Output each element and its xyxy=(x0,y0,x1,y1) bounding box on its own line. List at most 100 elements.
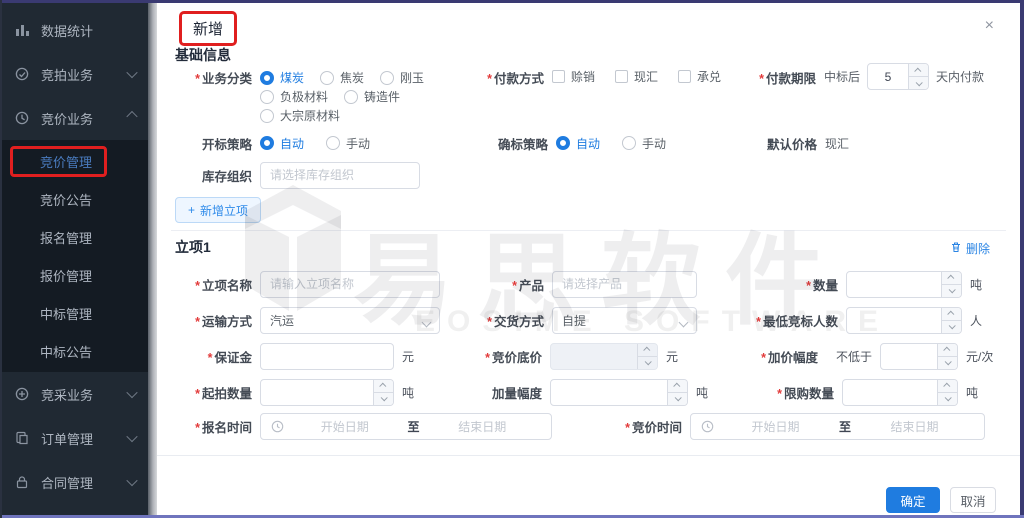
quantity-stepper[interactable] xyxy=(846,271,962,298)
payment-term-suffix: 天内付款 xyxy=(936,68,984,85)
sidebar-item-label: 竞采业务 xyxy=(41,385,93,404)
stepper-up-icon[interactable] xyxy=(374,380,393,393)
footer-divider xyxy=(157,455,1020,456)
sidebar-item-bidding-business[interactable]: 竞价业务 xyxy=(0,96,148,140)
stepper-down-icon[interactable] xyxy=(374,393,393,405)
checkbox-acceptance[interactable]: 承兑 xyxy=(678,68,721,85)
radio-anode-material[interactable]: 负极材料 xyxy=(260,88,328,105)
close-icon[interactable]: × xyxy=(985,18,994,34)
radio-bulk-raw-material[interactable]: 大宗原材料 xyxy=(260,107,340,124)
sidebar-item-label: 数据统计 xyxy=(41,21,93,40)
window-border-left xyxy=(0,0,2,518)
increment-unit: 元/次 xyxy=(966,348,993,365)
signup-time-range-picker[interactable]: 开始日期 至 结束日期 xyxy=(260,413,552,440)
project-name-input[interactable] xyxy=(260,271,440,298)
delivery-select[interactable]: 自提 xyxy=(552,307,697,334)
add-project-button[interactable]: + 新增立项 xyxy=(175,197,261,223)
radio-selected-icon xyxy=(556,136,570,150)
sidebar-gutter xyxy=(148,3,157,515)
min-bidders-stepper[interactable] xyxy=(846,307,962,334)
date-separator: 至 xyxy=(835,418,855,435)
checkbox-icon xyxy=(615,70,628,83)
stepper-down-icon[interactable] xyxy=(668,393,687,405)
stepper-up-icon[interactable] xyxy=(938,344,957,357)
app-window: 数据统计 竞拍业务 竞价业务 竞价管理 竞价公告 报名管理 报价管理 中标管理 … xyxy=(0,0,1024,518)
stepper-up-icon[interactable] xyxy=(909,64,928,77)
sidebar-item-label: 竞价业务 xyxy=(41,109,93,128)
transport-select[interactable]: 汽运 xyxy=(260,307,440,334)
floor-price-label: 竞价底价 xyxy=(414,347,550,366)
payment-term-days-stepper[interactable]: 5 xyxy=(867,63,929,90)
transport-value: 汽运 xyxy=(270,312,294,329)
bidding-time-range-picker[interactable]: 开始日期 至 结束日期 xyxy=(690,413,985,440)
increment-stepper[interactable] xyxy=(880,343,958,370)
sidebar-item-data-statistics[interactable]: 数据统计 xyxy=(0,8,148,52)
payment-method-label: 付款方式 xyxy=(478,68,552,87)
signup-time-label: 报名时间 xyxy=(175,417,260,436)
stepper-down-icon[interactable] xyxy=(942,321,961,333)
radio-icon xyxy=(326,136,340,150)
limit-quantity-stepper[interactable] xyxy=(842,379,958,406)
floor-price-unit: 元 xyxy=(666,348,678,365)
stepper-up-icon[interactable] xyxy=(938,380,957,393)
sidebar-item-contract-management[interactable]: 合同管理 xyxy=(0,460,148,504)
form-row-project-d: 起拍数量 吨 加量幅度 吨 限购数量 吨 xyxy=(175,377,1004,407)
deposit-input[interactable] xyxy=(260,343,394,370)
checkbox-icon xyxy=(552,70,565,83)
business-category-label: 业务分类 xyxy=(175,68,260,87)
chevron-down-icon xyxy=(679,317,689,327)
checkbox-cash[interactable]: 现汇 xyxy=(615,68,658,85)
sidebar-item-registration-management[interactable]: 报名管理 xyxy=(0,218,148,256)
start-quantity-stepper[interactable] xyxy=(260,379,394,406)
radio-coal[interactable]: 煤炭 xyxy=(260,69,304,86)
deposit-unit: 元 xyxy=(402,348,414,365)
sidebar-item-award-management[interactable]: 中标管理 xyxy=(0,294,148,332)
radio-icon xyxy=(622,136,636,150)
auction-icon xyxy=(14,66,30,82)
radio-icon xyxy=(260,90,274,104)
sidebar-item-bidding-management[interactable]: 竞价管理 xyxy=(0,142,148,180)
checkbox-credit-sale[interactable]: 赊销 xyxy=(552,68,595,85)
section-title-basic-info: 基础信息 xyxy=(175,45,231,65)
delete-project-link[interactable]: 删除 xyxy=(950,240,990,257)
project-name-label: 立项名称 xyxy=(175,275,260,294)
radio-confirm-manual[interactable]: 手动 xyxy=(622,135,666,152)
radio-open-manual[interactable]: 手动 xyxy=(326,135,370,152)
floor-price-stepper-disabled xyxy=(550,343,658,370)
stepper-down-icon[interactable] xyxy=(909,77,928,89)
stepper-up-icon[interactable] xyxy=(942,272,961,285)
end-date-placeholder: 结束日期 xyxy=(855,418,974,435)
start-quantity-label: 起拍数量 xyxy=(175,383,260,402)
radio-icon xyxy=(320,71,334,85)
form-row-2: 开标策略 自动 手动 确标策略 自动 手动 默认价格 现汇 xyxy=(175,131,1004,155)
radio-selected-icon xyxy=(260,71,274,85)
delivery-value: 自提 xyxy=(562,312,586,329)
start-quantity-unit: 吨 xyxy=(402,384,414,401)
sidebar-item-order-management[interactable]: 订单管理 xyxy=(0,416,148,460)
payment-term-label: 付款期限 xyxy=(752,68,824,87)
add-new-modal: 新增 × 基础信息 业务分类 煤炭 焦炭 刚玉 负极材料 铸造件 大宗原材料 付 xyxy=(157,3,1020,515)
payment-method-checkbox-group: 赊销 现汇 承兑 xyxy=(552,68,752,85)
inventory-org-input[interactable] xyxy=(260,162,420,189)
stepper-up-icon[interactable] xyxy=(942,308,961,321)
confirm-button[interactable]: 确定 xyxy=(886,487,940,513)
radio-confirm-auto[interactable]: 自动 xyxy=(556,135,600,152)
radio-casting[interactable]: 铸造件 xyxy=(344,88,400,105)
radio-corundum[interactable]: 刚玉 xyxy=(380,69,424,86)
sidebar-item-quotation-management[interactable]: 报价管理 xyxy=(0,256,148,294)
increment-label: 加价幅度 xyxy=(678,347,826,366)
stepper-down-icon[interactable] xyxy=(938,393,957,405)
stepper-down-icon[interactable] xyxy=(938,357,957,369)
radio-coke[interactable]: 焦炭 xyxy=(320,69,364,86)
stepper-up-icon[interactable] xyxy=(668,380,687,393)
stepper-down-icon[interactable] xyxy=(942,285,961,297)
add-quantity-stepper[interactable] xyxy=(550,379,688,406)
sidebar-item-award-announcement[interactable]: 中标公告 xyxy=(0,332,148,370)
sidebar-item-auction-business[interactable]: 竞拍业务 xyxy=(0,52,148,96)
sidebar-item-procurement-business[interactable]: 竞采业务 xyxy=(0,372,148,416)
cancel-button[interactable]: 取消 xyxy=(950,487,996,513)
product-input[interactable] xyxy=(552,271,697,298)
radio-open-auto[interactable]: 自动 xyxy=(260,135,304,152)
sidebar-item-bidding-announcement[interactable]: 竞价公告 xyxy=(0,180,148,218)
quantity-label: 数量 xyxy=(697,275,846,294)
